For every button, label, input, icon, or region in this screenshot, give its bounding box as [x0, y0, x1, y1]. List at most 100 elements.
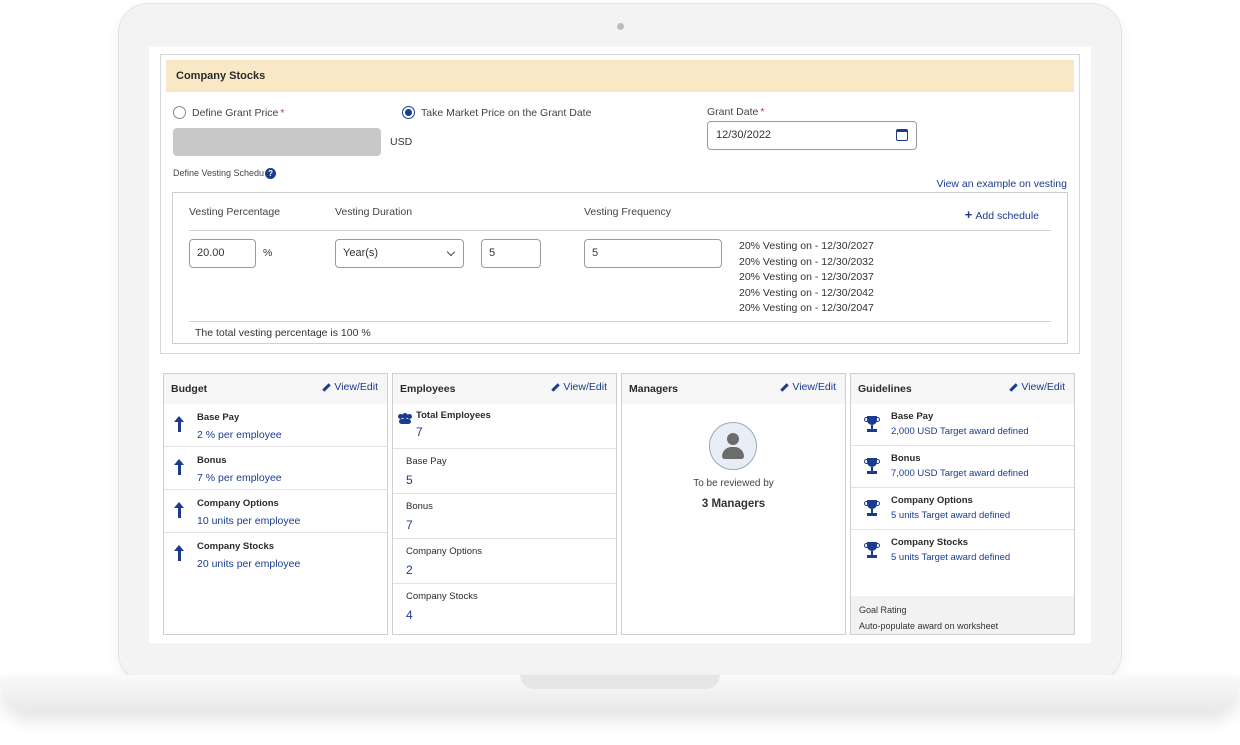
grant-date-input[interactable]: 12/30/2022: [707, 121, 917, 150]
grant-date-label: Grant Date *: [707, 106, 764, 118]
guideline-value: 7,000 USD Target award defined: [891, 468, 1029, 479]
vesting-date-line: 20% Vesting on - 12/30/2042: [739, 286, 874, 299]
trophy-icon: [864, 458, 880, 476]
radio-circle-icon: [173, 106, 186, 119]
guideline-value: 5 units Target award defined: [891, 510, 1011, 521]
vesting-date-line: 20% Vesting on - 12/30/2027: [739, 240, 874, 252]
total-employees-row: Total Employees 7: [393, 404, 616, 449]
goal-rating-box: Goal Rating Auto-populate award on works…: [851, 596, 1074, 634]
duration-unit-value: Year(s): [343, 247, 379, 259]
add-schedule-label: Add schedule: [975, 210, 1039, 222]
divider: [189, 230, 1051, 231]
trophy-icon: [864, 500, 880, 518]
guidelines-title-text: Guidelines: [858, 383, 912, 395]
define-grant-price-radio[interactable]: Define Grant Price *: [173, 106, 284, 119]
vesting-date-line: 20% Vesting on - 12/30/2032: [739, 255, 874, 268]
employee-label: Base Pay: [406, 456, 447, 467]
duration-value-input[interactable]: 5: [481, 239, 541, 268]
employee-value: 7: [406, 518, 413, 532]
guidelines-view-edit-link[interactable]: View/Edit: [1009, 374, 1065, 400]
budget-row: Base Pay 2 % per employee: [164, 404, 387, 447]
person-body: [722, 447, 744, 459]
guidelines-title: Guidelines View/Edit: [851, 374, 1074, 404]
vesting-example-link[interactable]: View an example on vesting: [936, 178, 1067, 190]
total-vesting-text: The total vesting percentage is 100 %: [195, 327, 371, 339]
take-market-price-radio[interactable]: Take Market Price on the Grant Date: [402, 106, 591, 119]
arrow-up-icon: [174, 502, 184, 518]
radio-checked-icon: [402, 106, 415, 119]
employees-title-text: Employees: [400, 383, 456, 395]
budget-label: Company Options: [197, 498, 279, 509]
pencil-icon: [1009, 382, 1019, 392]
budget-value: 2 % per employee: [197, 429, 282, 441]
budget-row: Company Options 10 units per employee: [164, 490, 387, 533]
trophy-icon: [864, 542, 880, 560]
currency-label: USD: [390, 136, 413, 148]
employees-view-edit-link[interactable]: View/Edit: [551, 374, 607, 400]
managers-panel: Managers View/Edit To be reviewed by 3 M…: [621, 373, 846, 635]
budget-row: Company Stocks 20 units per employee: [164, 533, 387, 576]
add-schedule-button[interactable]: + Add schedule: [965, 207, 1039, 222]
budget-value: 7 % per employee: [197, 472, 282, 484]
managers-title-text: Managers: [629, 383, 679, 395]
arrow-up-icon: [174, 545, 184, 561]
calendar-icon[interactable]: [896, 129, 908, 141]
budget-title: Budget View/Edit: [164, 374, 387, 404]
employee-row: Base Pay 5: [393, 449, 616, 494]
employee-label: Bonus: [406, 501, 433, 512]
duration-unit-select[interactable]: Year(s): [335, 239, 464, 268]
budget-panel: Budget View/Edit Base Pay 2 % per employ…: [163, 373, 388, 635]
guideline-row: Base Pay 2,000 USD Target award defined: [851, 404, 1074, 446]
review-text: To be reviewed by: [693, 478, 774, 489]
employee-value: 4: [406, 608, 413, 622]
employees-title: Employees View/Edit: [393, 374, 616, 404]
vesting-schedule-box: Vesting Percentage Vesting Duration Vest…: [172, 192, 1068, 344]
employees-panel: Employees View/Edit Total Employees 7 Ba…: [392, 373, 617, 635]
goal-rating-value: Auto-populate award on worksheet: [859, 621, 999, 631]
guideline-row: Company Stocks 5 units Target award defi…: [851, 530, 1074, 572]
laptop-notch: [520, 675, 720, 689]
pencil-icon: [780, 382, 790, 392]
chevron-down-icon: [446, 247, 456, 257]
vesting-frequency-input[interactable]: 5: [584, 239, 722, 268]
budget-value: 10 units per employee: [197, 515, 301, 527]
vesting-frequency-header: Vesting Frequency: [584, 206, 671, 218]
vesting-date-line: 20% Vesting on - 12/30/2037: [739, 271, 874, 284]
pencil-icon: [551, 382, 561, 392]
employee-row: Bonus 7: [393, 494, 616, 539]
managers-title: Managers View/Edit: [622, 374, 845, 404]
employee-row: Company Stocks 4: [393, 584, 616, 629]
total-employees-value: 7: [416, 425, 423, 439]
define-grant-price-label: Define Grant Price: [192, 106, 279, 119]
card-title: Company Stocks: [166, 60, 1074, 92]
grant-price-input[interactable]: [173, 128, 381, 156]
guideline-row: Bonus 7,000 USD Target award defined: [851, 446, 1074, 488]
required-mark: *: [280, 106, 285, 119]
app-screen: Company Stocks Define Grant Price * Take…: [149, 47, 1091, 643]
camera-icon: [617, 23, 624, 30]
budget-value: 20 units per employee: [197, 558, 301, 570]
vesting-percentage-input[interactable]: 20.00: [189, 239, 256, 268]
grant-date-label-text: Grant Date: [707, 106, 759, 118]
employee-label: Company Options: [406, 546, 483, 557]
guideline-label: Company Options: [891, 495, 973, 506]
employee-value: 5: [406, 473, 413, 487]
budget-label: Company Stocks: [197, 541, 275, 552]
vesting-percentage-header: Vesting Percentage: [189, 206, 281, 218]
managers-count: 3 Managers: [701, 498, 766, 510]
employee-label: Company Stocks: [406, 591, 478, 602]
guidelines-panel: Guidelines View/Edit Base Pay 2,000 USD …: [850, 373, 1075, 635]
budget-title-text: Budget: [171, 383, 208, 395]
trophy-icon: [864, 416, 880, 434]
budget-row: Bonus 7 % per employee: [164, 447, 387, 490]
employee-value: 2: [406, 563, 413, 577]
budget-label: Base Pay: [197, 412, 240, 423]
budget-view-edit-link[interactable]: View/Edit: [322, 374, 378, 400]
managers-view-edit-link[interactable]: View/Edit: [780, 374, 836, 400]
vesting-duration-header: Vesting Duration: [335, 206, 413, 218]
help-icon[interactable]: ?: [265, 168, 277, 179]
view-edit-label: View/Edit: [563, 381, 607, 393]
view-edit-label: View/Edit: [334, 381, 378, 393]
employee-row: Company Options 2: [393, 539, 616, 584]
guideline-label: Base Pay: [891, 411, 934, 422]
